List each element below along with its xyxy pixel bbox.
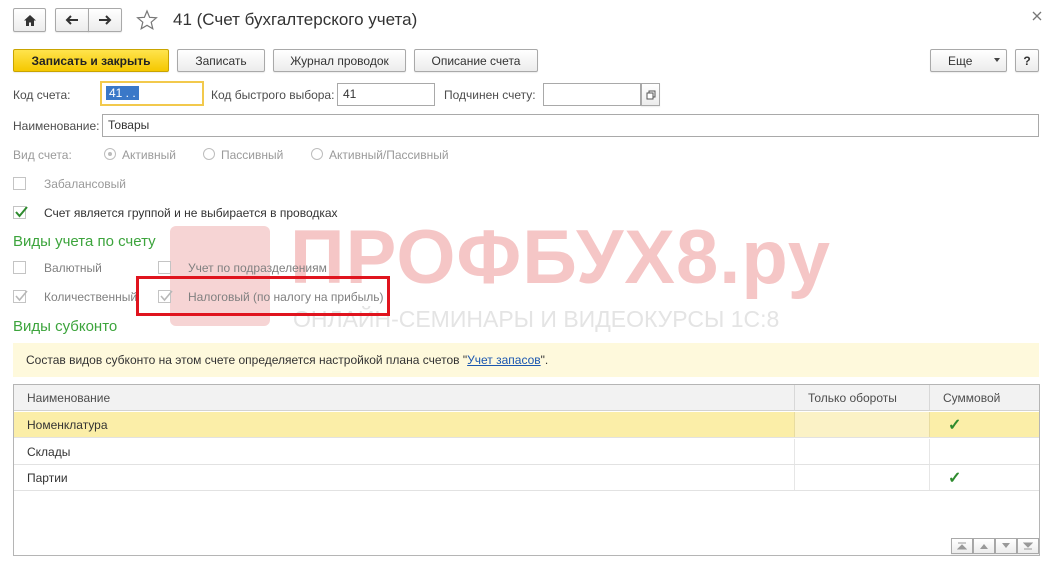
code-field[interactable]: 41 . . — [100, 81, 204, 106]
cell-turnover[interactable] — [794, 412, 929, 437]
scroll-bottom-icon — [1023, 542, 1033, 550]
cell-sum[interactable]: ✓ — [929, 412, 1039, 437]
column-header-name[interactable]: Наименование — [14, 385, 794, 410]
open-parent-button[interactable] — [641, 83, 660, 106]
subconto-heading: Виды субконто — [13, 318, 118, 335]
currency-checkbox[interactable] — [13, 261, 26, 274]
name-field[interactable]: Товары — [102, 114, 1039, 137]
radio-active[interactable] — [104, 148, 116, 160]
star-icon — [136, 9, 158, 31]
code-value: 41 . . — [106, 86, 139, 100]
close-icon — [1032, 11, 1042, 21]
radio-active-passive[interactable] — [311, 148, 323, 160]
accounting-types-heading: Виды учета по счету — [13, 233, 156, 250]
offbalance-label: Забалансовый — [44, 177, 127, 191]
info-link[interactable]: Учет запасов — [467, 353, 541, 367]
quantitative-checkbox[interactable] — [13, 290, 28, 303]
checkmark-icon — [15, 206, 28, 218]
close-button[interactable] — [1031, 10, 1045, 24]
info-banner: Состав видов субконто на этом счете опре… — [13, 343, 1039, 377]
save-button[interactable]: Записать — [177, 49, 265, 72]
subdivisions-label: Учет по подразделениям — [188, 261, 327, 275]
column-header-sum[interactable]: Суммовой — [929, 385, 1039, 410]
cell-turnover[interactable] — [794, 439, 929, 464]
scroll-bottom-button[interactable] — [1017, 538, 1039, 554]
radio-passive-label: Пассивный — [221, 148, 284, 162]
info-text: Состав видов субконто на этом счете опре… — [26, 353, 468, 367]
is-group-checkbox[interactable] — [13, 206, 28, 219]
chevron-down-icon — [994, 58, 1000, 62]
forward-button[interactable] — [88, 8, 122, 32]
column-header-turnover[interactable]: Только обороты — [794, 385, 929, 410]
back-button[interactable] — [55, 8, 89, 32]
home-button[interactable] — [13, 8, 46, 32]
table-header: Наименование Только обороты Суммовой — [14, 385, 1039, 411]
code-label: Код счета: — [13, 88, 71, 102]
table-row[interactable]: Партии ✓ — [14, 465, 1039, 491]
cell-sum[interactable] — [929, 439, 1039, 464]
table-row[interactable]: Склады — [14, 439, 1039, 465]
highlight-frame — [136, 276, 390, 316]
subdivisions-checkbox[interactable] — [158, 261, 171, 274]
save-and-close-button[interactable]: Записать и закрыть — [13, 49, 169, 72]
scroll-up-button[interactable] — [973, 538, 995, 554]
more-button[interactable]: Еще — [930, 49, 1007, 72]
help-button[interactable]: ? — [1015, 49, 1039, 72]
arrow-right-icon — [99, 15, 112, 25]
radio-active-passive-label: Активный/Пассивный — [329, 148, 449, 162]
offbalance-checkbox[interactable] — [13, 177, 26, 190]
parent-account-field[interactable] — [543, 83, 641, 106]
description-button[interactable]: Описание счета — [414, 49, 538, 72]
name-label: Наименование: — [13, 119, 100, 133]
parent-account-label: Подчинен счету: — [444, 88, 536, 102]
table-row[interactable]: Номенклатура ✓ — [14, 412, 1039, 438]
scroll-down-button[interactable] — [995, 538, 1017, 554]
quick-code-label: Код быстрого выбора: — [211, 88, 335, 102]
quantitative-label: Количественный — [44, 290, 138, 304]
open-window-icon — [646, 90, 655, 99]
cell-name: Номенклатура — [27, 417, 108, 432]
cell-name: Склады — [27, 444, 71, 459]
journal-button[interactable]: Журнал проводок — [273, 49, 406, 72]
radio-passive[interactable] — [203, 148, 215, 160]
account-type-label: Вид счета: — [13, 148, 72, 162]
cell-turnover[interactable] — [794, 465, 929, 490]
home-icon — [23, 14, 36, 26]
chevron-down-icon — [1002, 543, 1010, 548]
more-label: Еще — [948, 53, 973, 68]
scroll-top-button[interactable] — [951, 538, 973, 554]
cell-name: Партии — [27, 470, 68, 485]
cell-sum[interactable]: ✓ — [929, 465, 1039, 490]
radio-active-label: Активный — [122, 148, 176, 162]
scroll-top-icon — [957, 542, 967, 550]
page-title: 41 (Счет бухгалтерского учета) — [173, 10, 418, 29]
quick-code-field[interactable]: 41 — [337, 83, 435, 106]
arrow-left-icon — [65, 15, 78, 25]
checkmark-icon — [15, 290, 28, 302]
favorite-button[interactable] — [136, 9, 158, 31]
currency-label: Валютный — [44, 261, 102, 275]
info-tail: ". — [540, 353, 549, 367]
chevron-up-icon — [980, 544, 988, 549]
